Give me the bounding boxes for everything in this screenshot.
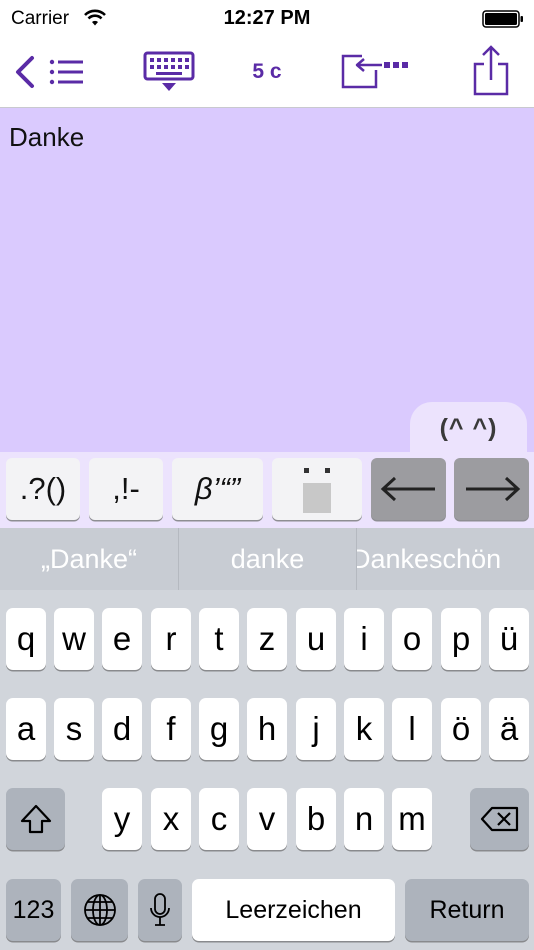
key-l[interactable]: l xyxy=(392,698,432,760)
share-icon xyxy=(473,45,509,96)
suggestion-text: Dankeschön xyxy=(357,543,502,574)
toolbar: 5 c xyxy=(0,38,534,108)
key-c[interactable]: c xyxy=(199,788,239,850)
emoticon-tab-button[interactable]: (^ ^) xyxy=(410,402,527,454)
backspace-key[interactable] xyxy=(470,788,529,850)
key-n[interactable]: n xyxy=(344,788,384,850)
space-key[interactable]: Leerzeichen xyxy=(192,879,395,941)
insert-into-icon xyxy=(341,54,408,89)
diaeresis-icon xyxy=(303,468,331,513)
suggestion-item[interactable]: danke xyxy=(179,528,356,590)
character-count: 5 c xyxy=(252,60,282,83)
extra-symbol-row: .?() ,!- β’“” xyxy=(0,452,534,528)
hide-keyboard-button[interactable] xyxy=(140,48,198,94)
keyboard-hide-icon xyxy=(143,51,195,91)
key-f[interactable]: f xyxy=(151,698,191,760)
key-r[interactable]: r xyxy=(151,608,191,670)
punctuation-key-2[interactable]: ,!- xyxy=(89,458,163,520)
key-p[interactable]: p xyxy=(441,608,481,670)
keyboard: q w e r t z u i o p ü a s d f g h j k l … xyxy=(0,590,534,950)
key-m[interactable]: m xyxy=(392,788,432,850)
quotes-key[interactable]: β’“” xyxy=(172,458,263,520)
editor-content: Danke xyxy=(9,122,85,152)
key-y[interactable]: y xyxy=(102,788,142,850)
insert-text-button[interactable] xyxy=(338,48,416,94)
dictation-key[interactable] xyxy=(138,879,182,941)
diaeresis-key[interactable] xyxy=(272,458,362,520)
key-b[interactable]: b xyxy=(296,788,336,850)
suggestion-item[interactable]: Dankeschön xyxy=(357,528,534,590)
cursor-right-key[interactable] xyxy=(454,458,529,520)
key-h[interactable]: h xyxy=(247,698,287,760)
suggestion-item[interactable]: „Danke“ xyxy=(0,528,178,590)
globe-key[interactable] xyxy=(71,879,128,941)
share-button[interactable] xyxy=(468,42,514,98)
punctuation-key-1[interactable]: .?() xyxy=(6,458,80,520)
key-j[interactable]: j xyxy=(296,698,336,760)
shift-key[interactable] xyxy=(6,788,65,850)
key-v[interactable]: v xyxy=(247,788,287,850)
text-editor[interactable]: Danke (^ ^) xyxy=(0,108,534,454)
key-z[interactable]: z xyxy=(247,608,287,670)
back-list-icon xyxy=(16,56,83,88)
cursor-left-key[interactable] xyxy=(371,458,446,520)
key-a[interactable]: a xyxy=(6,698,46,760)
arrow-right-icon xyxy=(465,476,520,502)
key-g[interactable]: g xyxy=(199,698,239,760)
key-x[interactable]: x xyxy=(151,788,191,850)
key-k[interactable]: k xyxy=(344,698,384,760)
key-a-umlaut[interactable]: ä xyxy=(489,698,529,760)
globe-icon xyxy=(83,894,116,926)
key-u-umlaut[interactable]: ü xyxy=(489,608,529,670)
key-q[interactable]: q xyxy=(6,608,46,670)
arrow-left-icon xyxy=(380,476,435,502)
back-to-list-button[interactable] xyxy=(8,50,88,94)
numbers-key[interactable]: 123 xyxy=(6,879,61,941)
key-u[interactable]: u xyxy=(296,608,336,670)
key-e[interactable]: e xyxy=(102,608,142,670)
key-t[interactable]: t xyxy=(199,608,239,670)
shift-icon xyxy=(20,804,51,834)
return-key[interactable]: Return xyxy=(405,879,529,941)
backspace-icon xyxy=(480,806,518,832)
suggestion-bar: „Danke“ danke Dankeschön xyxy=(0,528,534,590)
key-s[interactable]: s xyxy=(54,698,94,760)
key-w[interactable]: w xyxy=(54,608,94,670)
battery-icon xyxy=(482,10,523,28)
status-bar: Carrier 12:27 PM xyxy=(0,0,534,38)
status-time: 12:27 PM xyxy=(223,7,311,29)
key-i[interactable]: i xyxy=(344,608,384,670)
microphone-icon xyxy=(150,893,170,926)
key-o[interactable]: o xyxy=(392,608,432,670)
key-o-umlaut[interactable]: ö xyxy=(441,698,481,760)
key-d[interactable]: d xyxy=(102,698,142,760)
